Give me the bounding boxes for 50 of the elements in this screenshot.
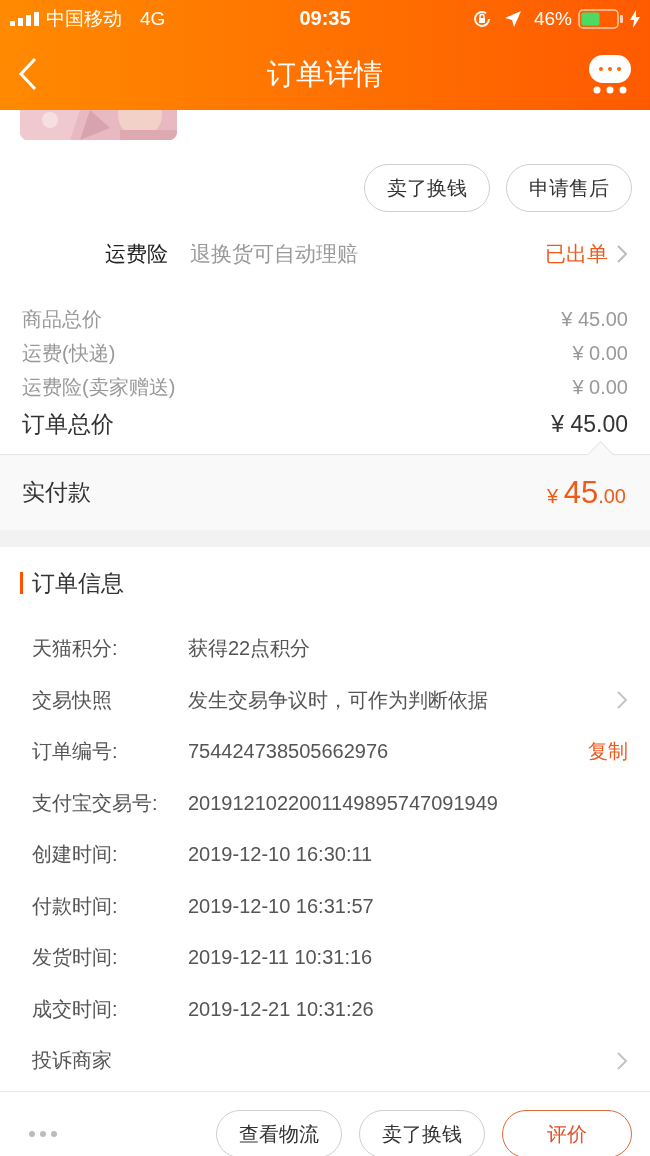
section-title: 订单信息 bbox=[32, 568, 124, 598]
info-value: 2019-12-21 10:31:26 bbox=[188, 997, 374, 1021]
info-label: 成交时间: bbox=[32, 996, 119, 1022]
info-label: 支付宝交易号: bbox=[32, 790, 159, 816]
chevron-icon bbox=[616, 244, 628, 264]
info-value: 2019-12-10 16:30:11 bbox=[188, 843, 373, 867]
paid-amount: ¥ 45.00 bbox=[547, 474, 626, 511]
signal-icon bbox=[10, 12, 40, 26]
info-value: 发生交易争议时，可作为判断依据 bbox=[188, 687, 488, 713]
price-value: ¥ 0.00 bbox=[572, 341, 628, 365]
copy-link[interactable]: 复制 bbox=[588, 738, 628, 766]
paid-label: 实付款 bbox=[22, 478, 91, 507]
info-value: 获得22点积分 bbox=[188, 636, 311, 662]
info-value: 754424738505662976 bbox=[188, 740, 389, 764]
charging-icon bbox=[630, 10, 640, 28]
info-label: 交易快照 bbox=[32, 687, 113, 713]
price-value: ¥ 45.00 bbox=[551, 410, 628, 438]
price-label: 订单总价 bbox=[22, 409, 114, 439]
price-value: ¥ 0.00 bbox=[572, 375, 628, 399]
carrier-name: 中国移动 bbox=[46, 7, 122, 31]
clock-time: 09:35 bbox=[299, 7, 351, 29]
info-label: 投诉商家 bbox=[32, 1048, 113, 1074]
insurance-description: 退换货可自动理赔 bbox=[190, 241, 358, 267]
info-value: 2019-12-11 10:31:16 bbox=[188, 946, 373, 970]
info-value: 2019-12-10 16:31:57 bbox=[188, 894, 374, 918]
action-button[interactable]: 卖了换钱 bbox=[364, 164, 490, 212]
info-label: 付款时间: bbox=[32, 893, 119, 919]
action-button[interactable]: 申请售后 bbox=[506, 164, 632, 212]
back-icon[interactable] bbox=[18, 57, 38, 91]
price-label: 运费(快递) bbox=[22, 340, 116, 366]
price-label: 商品总价 bbox=[22, 306, 102, 332]
page-title: 订单详情 bbox=[267, 57, 383, 92]
battery-icon bbox=[578, 9, 624, 29]
battery-percent: 46% bbox=[533, 8, 572, 30]
action-button[interactable]: 查看物流 bbox=[216, 1110, 342, 1156]
message-icon[interactable] bbox=[588, 54, 632, 94]
rotation-lock-icon bbox=[471, 9, 492, 29]
action-button[interactable]: 卖了换钱 bbox=[359, 1110, 485, 1156]
price-label: 运费险(卖家赠送) bbox=[22, 374, 176, 400]
info-label: 订单编号: bbox=[32, 739, 119, 765]
info-label: 发货时间: bbox=[32, 945, 119, 971]
price-value: ¥ 45.00 bbox=[561, 307, 628, 331]
action-button[interactable]: 评价 bbox=[502, 1110, 632, 1156]
location-icon bbox=[503, 10, 522, 28]
insurance-label: 运费险 bbox=[105, 241, 168, 267]
info-label: 天猫积分: bbox=[32, 636, 119, 662]
more-icon[interactable] bbox=[28, 1130, 58, 1138]
info-label: 创建时间: bbox=[32, 842, 119, 868]
network-type: 4G bbox=[140, 8, 166, 30]
info-value: 2019121022001149895747091949 bbox=[188, 791, 498, 815]
